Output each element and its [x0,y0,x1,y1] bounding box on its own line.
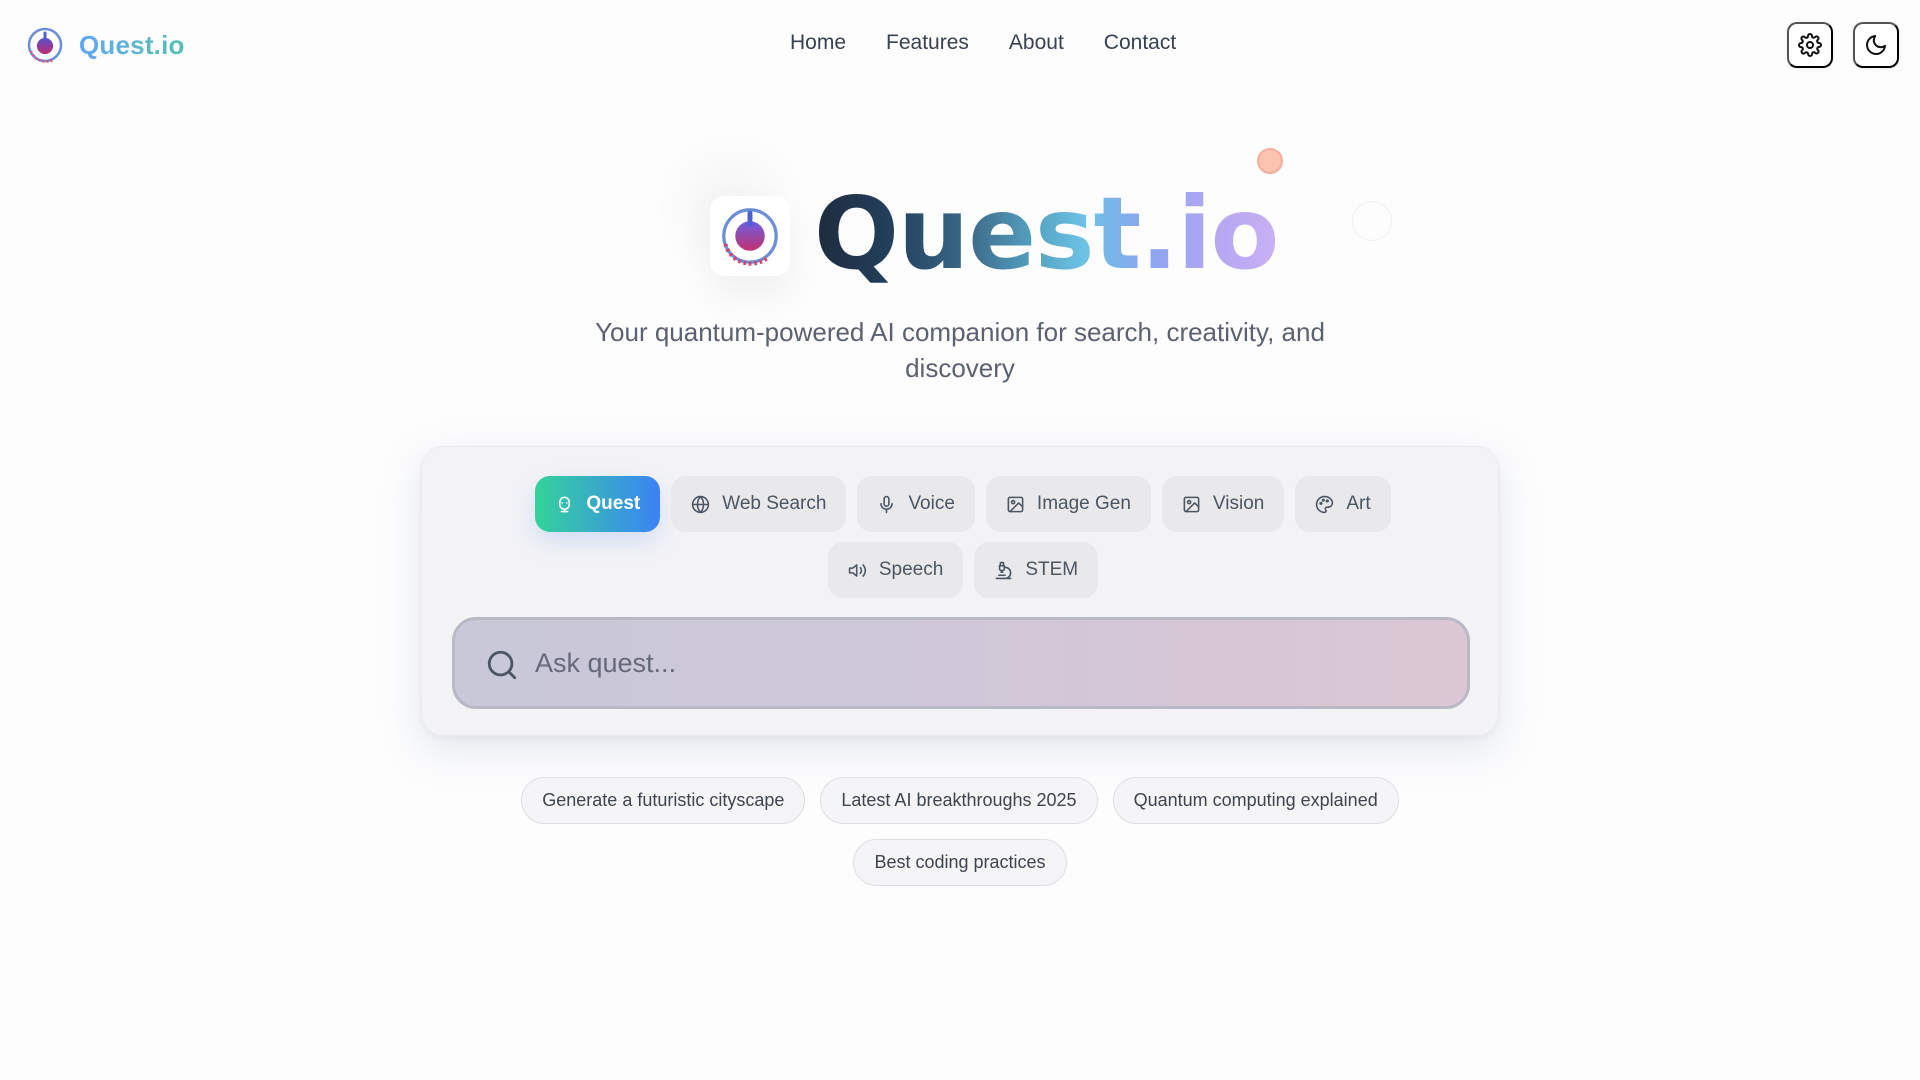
suggestion-chip[interactable]: Best coding practices [853,839,1067,886]
brand-name: Quest.io [79,29,185,60]
mode-voice-button[interactable]: Voice [857,476,975,532]
microscope-icon [995,561,1012,579]
moon-icon [1866,35,1886,55]
nav-links: Home Features About Contact [790,31,1176,55]
mode-label: Art [1346,493,1371,514]
mode-art-button[interactable]: Art [1295,476,1391,532]
decorative-ring [1352,201,1392,241]
mode-label: STEM [1025,559,1079,580]
mode-label: Web Search [722,493,827,514]
mode-label: Voice [908,493,955,514]
gear-icon [1798,33,1822,57]
decorative-dot [1257,148,1283,174]
quest-logo-icon [722,208,778,266]
hero-title: Quest.io [814,175,1279,292]
mode-label: Image Gen [1036,493,1131,514]
suggestion-chip[interactable]: Generate a futuristic cityscape [521,777,806,824]
mode-quest-button[interactable]: Quest [535,476,661,532]
suggestion-chip[interactable]: Latest AI breakthroughs 2025 [820,777,1098,824]
mode-label: Vision [1212,493,1265,514]
mode-stem-button[interactable]: STEM [974,542,1099,598]
nav-contact-link[interactable]: Contact [1104,31,1176,55]
mode-speech-button[interactable]: Speech [827,542,964,598]
search-card: Quest Web Search Voice Image Gen Vision … [421,446,1499,736]
search-input[interactable] [535,638,1435,688]
quest-logo-icon [27,27,63,63]
mode-web-search-button[interactable]: Web Search [671,476,847,532]
top-nav: Quest.io Home Features About Contact [0,0,1920,90]
search-icon [487,650,517,680]
nav-about-link[interactable]: About [1009,31,1064,55]
search-bar[interactable] [452,617,1470,709]
image-icon [1007,496,1024,512]
robot-icon [559,496,571,512]
nav-features-link[interactable]: Features [886,31,969,55]
suggestions-row: Best coding practices [360,839,1560,886]
image-icon [1183,496,1200,512]
microphone-icon [880,495,894,513]
mode-image-gen-button[interactable]: Image Gen [985,476,1151,532]
suggestions-row: Generate a futuristic cityscape Latest A… [360,777,1560,824]
mode-selector: Quest Web Search Voice Image Gen Vision … [468,476,1458,598]
mode-vision-button[interactable]: Vision [1161,476,1285,532]
theme-toggle-button[interactable] [1853,22,1899,68]
mode-label: Speech [878,559,944,580]
mode-label: Quest [586,493,641,514]
globe-icon [692,495,710,513]
settings-button[interactable] [1787,22,1833,68]
speaker-icon [848,563,866,577]
brand[interactable]: Quest.io [23,23,185,67]
nav-home-link[interactable]: Home [790,31,846,55]
hero-logo [710,196,790,276]
hero-subtitle: Your quantum-powered AI companion for se… [595,317,1325,383]
palette-icon [1316,495,1334,513]
suggestion-chip[interactable]: Quantum computing explained [1112,777,1399,824]
